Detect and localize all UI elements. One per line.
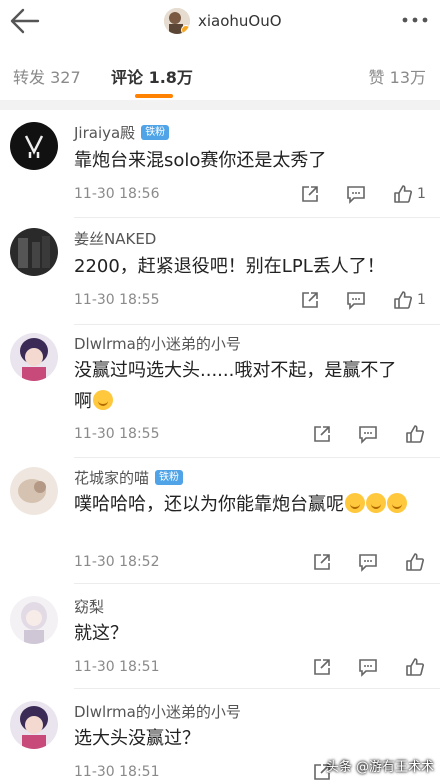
watermark: 头条 @游有王术术 (325, 760, 434, 775)
avatar[interactable] (10, 596, 58, 644)
username-text: Dlwlrma的小迷弟的小号 (74, 335, 241, 353)
comment-time: 11-30 18:52 (74, 554, 160, 570)
comment-text: 就这？ (74, 623, 128, 644)
comment-username[interactable]: Dlwlrma的小迷弟的小号 (74, 333, 241, 354)
comment-text: 噗哈哈哈，还以为你能靠炮台赢呢 (74, 489, 414, 520)
comment-icon (347, 292, 365, 310)
like-button[interactable] (405, 657, 425, 677)
share-button[interactable] (312, 552, 332, 572)
username-text: Jiraiya殿 (74, 124, 136, 142)
thumbs-up-icon (394, 291, 412, 309)
reply-button[interactable] (358, 552, 378, 572)
fan-badge: 铁粉 (141, 125, 170, 140)
page-header[interactable]: xiaohuOuO (164, 6, 282, 36)
laugh-emoji-icon (366, 493, 386, 513)
comment-text: 选大头没赢过？ (74, 728, 200, 749)
reply-button[interactable] (358, 424, 378, 444)
avatar[interactable] (10, 701, 58, 749)
comment-time: 11-30 18:56 (74, 186, 160, 202)
share-icon (314, 659, 330, 675)
active-tab-indicator (135, 94, 173, 98)
share-button[interactable] (312, 424, 332, 444)
user-avatar-icon (10, 701, 58, 749)
comment-text-content: 噗哈哈哈，还以为你能靠炮台赢呢 (74, 494, 344, 515)
like-button[interactable]: 1 (393, 184, 426, 204)
comment-text-content: 没赢过吗选大头......哦对不起，是赢不了啊 (74, 360, 397, 412)
comment-username[interactable]: Dlwlrma的小迷弟的小号 (74, 701, 241, 722)
comment-separator (74, 688, 440, 689)
username-text: 花城家的喵 (74, 469, 150, 487)
comment-time: 11-30 18:55 (74, 292, 160, 308)
username-text: 窈梨 (74, 598, 105, 616)
page-title: xiaohuOuO (198, 12, 282, 30)
tab-forward[interactable]: 转发 327 (13, 64, 81, 88)
comment-text: 没赢过吗选大头......哦对不起，是赢不了啊 (74, 355, 414, 417)
username-text: 姜丝NAKED (74, 230, 157, 248)
username-text: Dlwlrma的小迷弟的小号 (74, 703, 241, 721)
user-avatar-icon (10, 596, 58, 644)
user-avatar-icon (10, 228, 58, 276)
comment-time: 11-30 18:51 (74, 659, 160, 675)
reply-button[interactable] (346, 290, 366, 310)
comment-text: 靠炮台来混solo赛你还是太秀了 (74, 150, 327, 171)
section-divider (0, 100, 440, 110)
thumbs-up-icon (394, 185, 412, 203)
tab-bar: 转发 327 评论 1.8万 赞 13万 (0, 52, 440, 98)
comment-icon (359, 659, 377, 677)
verified-badge-icon (181, 25, 190, 34)
thumbs-up-icon (406, 658, 424, 676)
comment-separator (74, 217, 440, 218)
top-bar: xiaohuOuO (0, 0, 440, 44)
comment-icon (347, 186, 365, 204)
tab-comment[interactable]: 评论 1.8万 (111, 64, 193, 88)
avatar[interactable] (10, 228, 58, 276)
user-avatar-icon (10, 467, 58, 515)
laugh-emoji-icon (345, 493, 365, 513)
share-button[interactable] (300, 184, 320, 204)
comment-icon (359, 426, 377, 444)
reply-button[interactable] (346, 184, 366, 204)
comment-time: 11-30 18:55 (74, 426, 160, 442)
share-icon (302, 292, 318, 308)
like-button[interactable] (405, 424, 425, 444)
thumbs-up-icon (406, 553, 424, 571)
comment-time: 11-30 18:51 (74, 764, 160, 780)
laugh-emoji-icon (387, 493, 407, 513)
share-button[interactable] (300, 290, 320, 310)
comment-username[interactable]: 窈梨 (74, 596, 104, 617)
avatar[interactable] (10, 467, 58, 515)
laugh-emoji-icon (93, 390, 113, 410)
comment-separator (74, 583, 440, 584)
fan-badge: 铁粉 (155, 470, 184, 485)
like-count: 1 (417, 292, 426, 308)
comment-username[interactable]: 花城家的喵 铁粉 (74, 467, 184, 488)
avatar[interactable] (164, 8, 190, 34)
user-avatar-icon (10, 122, 58, 170)
comment-username[interactable]: Jiraiya殿 铁粉 (74, 122, 170, 143)
tab-like[interactable]: 赞 13万 (369, 64, 426, 88)
more-options-icon[interactable] (400, 10, 430, 30)
comment-icon (359, 554, 377, 572)
comment-separator (74, 324, 440, 325)
avatar[interactable] (10, 122, 58, 170)
reply-button[interactable] (358, 657, 378, 677)
comment-separator (74, 457, 440, 458)
share-icon (302, 186, 318, 202)
like-button[interactable] (405, 552, 425, 572)
avatar[interactable] (10, 333, 58, 381)
share-button[interactable] (312, 657, 332, 677)
like-count: 1 (417, 186, 426, 202)
back-arrow-icon[interactable] (8, 6, 42, 36)
user-avatar-icon (10, 333, 58, 381)
share-icon (314, 554, 330, 570)
comment-username[interactable]: 姜丝NAKED (74, 228, 156, 249)
share-icon (314, 426, 330, 442)
comment-text: 2200，赶紧退役吧！别在LPL丢人了！ (74, 256, 385, 277)
like-button[interactable]: 1 (393, 290, 426, 310)
thumbs-up-icon (406, 425, 424, 443)
